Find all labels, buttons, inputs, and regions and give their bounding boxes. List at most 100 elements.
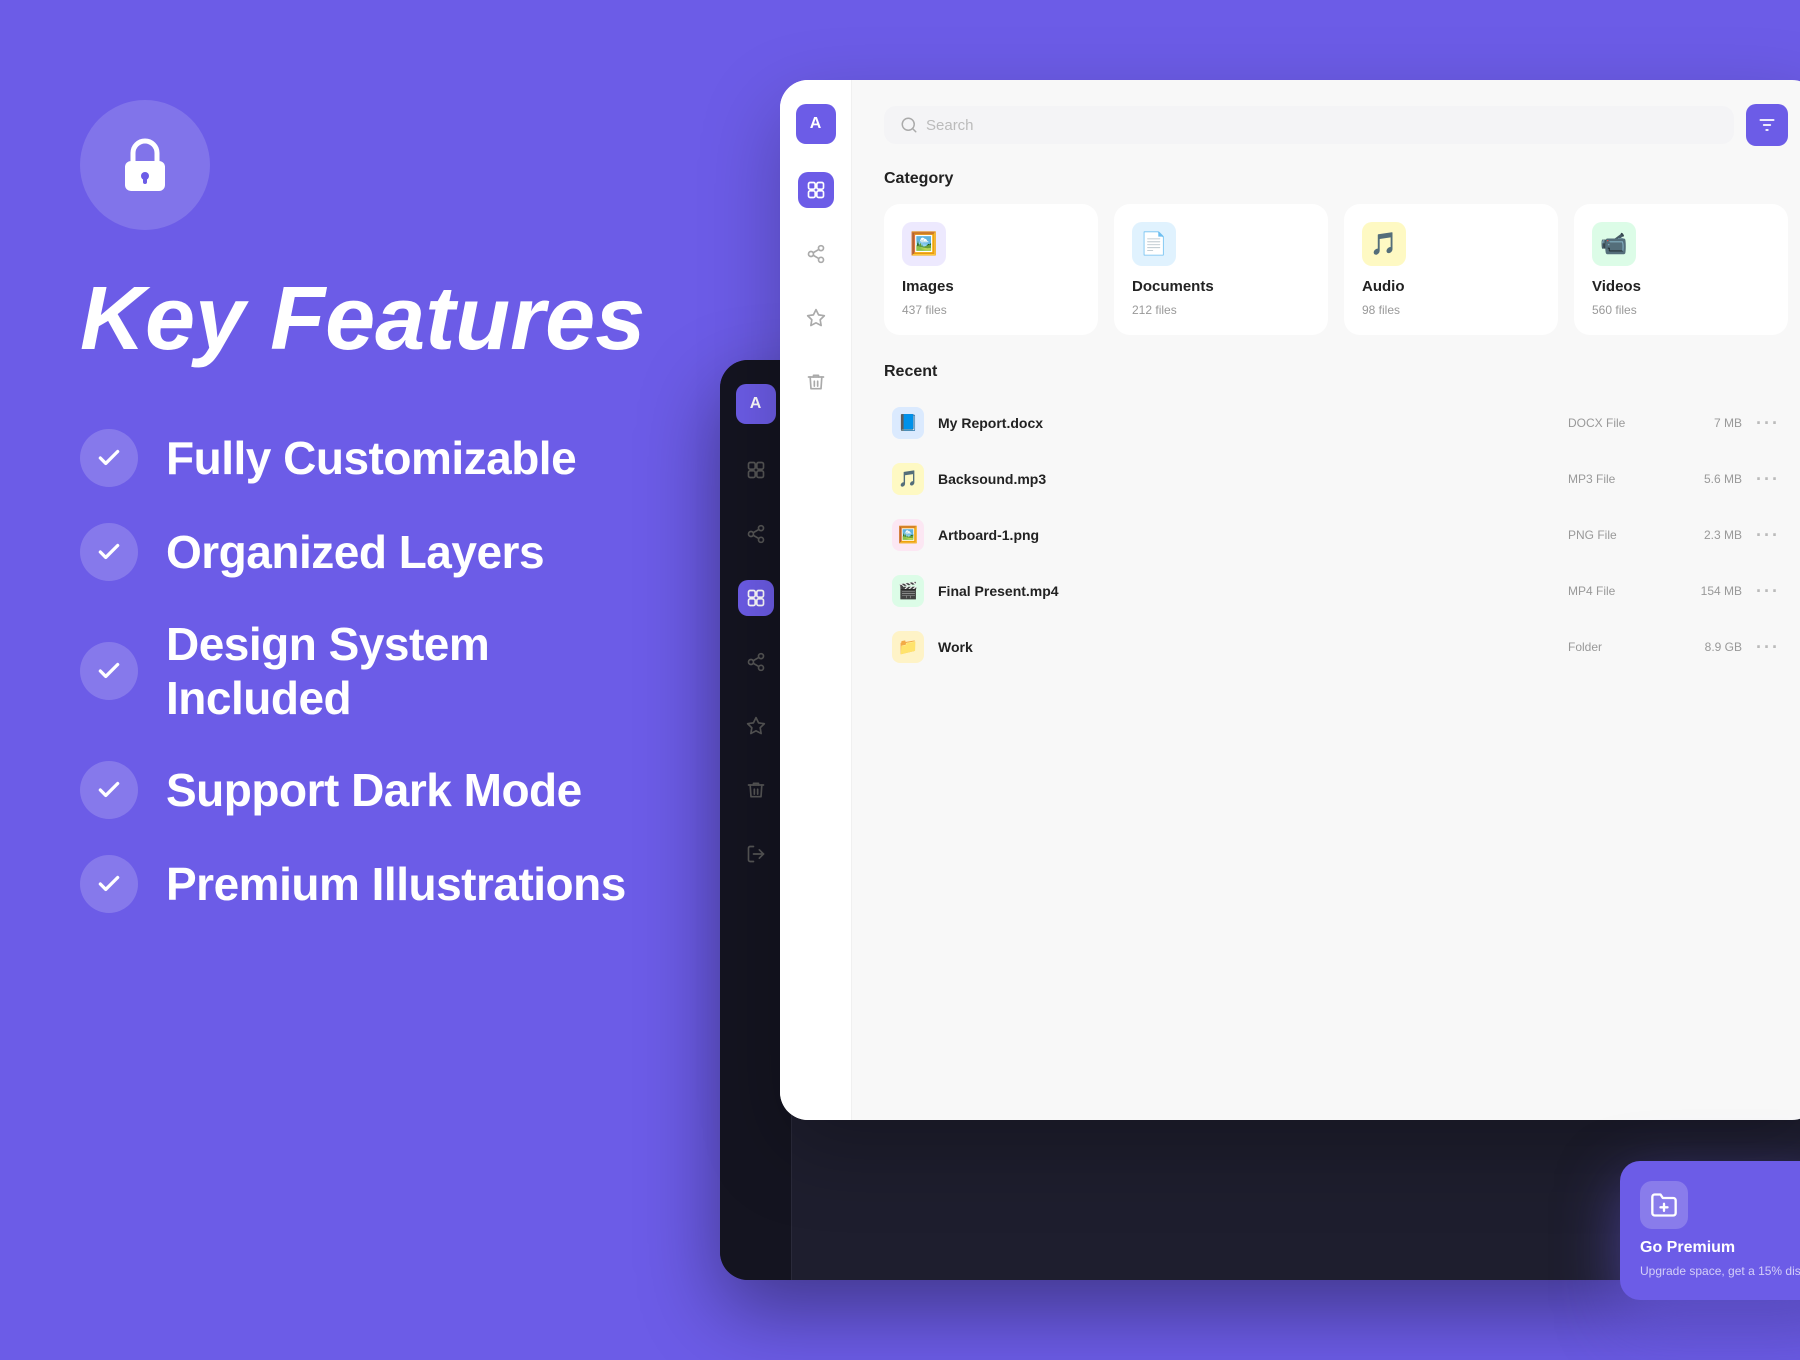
search-input-wrap[interactable]: Search [884, 106, 1734, 144]
category-title: Category [884, 170, 1788, 188]
filter-icon [1757, 115, 1777, 135]
category-card[interactable]: 📄 Documents 212 files [1114, 204, 1328, 335]
check-icon [96, 777, 122, 803]
filter-button[interactable] [1746, 104, 1788, 146]
sidebar-trash-icon[interactable] [798, 364, 834, 400]
category-card[interactable]: 🖼️ Images 437 files [884, 204, 1098, 335]
check-circle [80, 523, 138, 581]
file-name: Artboard-1.png [938, 527, 1554, 543]
file-type: MP4 File [1568, 584, 1658, 598]
category-count: 437 files [902, 303, 1080, 317]
check-icon [96, 445, 122, 471]
folder-plus-icon [1650, 1191, 1678, 1219]
recent-title: Recent [884, 363, 1788, 381]
file-row[interactable]: 🎵 Backsound.mp3 MP3 File 5.6 MB ··· [884, 453, 1788, 505]
category-name: Audio [1362, 278, 1540, 295]
check-circle [80, 429, 138, 487]
search-bar: Search [884, 104, 1788, 146]
file-row[interactable]: 📘 My Report.docx DOCX File 7 MB ··· [884, 397, 1788, 449]
check-circle [80, 855, 138, 913]
dark-sidebar-share-icon[interactable] [738, 516, 774, 552]
category-name: Videos [1592, 278, 1770, 295]
category-icon: 📹 [1592, 222, 1636, 266]
recent-list: 📘 My Report.docx DOCX File 7 MB ··· 🎵 Ba… [884, 397, 1788, 673]
feature-item: Premium Illustrations [80, 855, 670, 913]
dark-sidebar-trash-icon[interactable] [738, 772, 774, 808]
category-card[interactable]: 📹 Videos 560 files [1574, 204, 1788, 335]
category-name: Images [902, 278, 1080, 295]
file-menu-icon[interactable]: ··· [1756, 525, 1780, 546]
check-circle [80, 642, 138, 700]
dark-sidebar-star-icon[interactable] [738, 708, 774, 744]
file-type: PNG File [1568, 528, 1658, 542]
dark-sidebar-share2-icon[interactable] [738, 644, 774, 680]
premium-desc: Upgrade space, get a 15% disc... [1640, 1263, 1800, 1280]
dark-sidebar-logout-icon[interactable] [738, 836, 774, 872]
sidebar-avatar: A [796, 104, 836, 144]
sidebar-share-icon[interactable] [798, 236, 834, 272]
search-icon [900, 116, 918, 134]
lock-icon-circle [80, 100, 210, 230]
file-type: DOCX File [1568, 416, 1658, 430]
file-size: 154 MB [1672, 584, 1742, 598]
feature-item: Design System Included [80, 617, 670, 725]
file-type: MP3 File [1568, 472, 1658, 486]
file-menu-icon[interactable]: ··· [1756, 413, 1780, 434]
sidebar-light: A [780, 80, 852, 1120]
premium-icon [1640, 1181, 1688, 1229]
file-size: 7 MB [1672, 416, 1742, 430]
sidebar-star-icon[interactable] [798, 300, 834, 336]
premium-card[interactable]: Go Premium Upgrade space, get a 15% disc… [1620, 1161, 1800, 1300]
search-placeholder: Search [926, 117, 974, 134]
page-title: Key Features [80, 270, 670, 369]
check-circle [80, 761, 138, 819]
feature-item: Organized Layers [80, 523, 670, 581]
file-size: 5.6 MB [1672, 472, 1742, 486]
file-type: Folder [1568, 640, 1658, 654]
feature-label: Fully Customizable [166, 431, 576, 485]
file-name: Final Present.mp4 [938, 583, 1554, 599]
category-name: Documents [1132, 278, 1310, 295]
feature-label: Premium Illustrations [166, 857, 626, 911]
file-size: 8.9 GB [1672, 640, 1742, 654]
category-icon: 📄 [1132, 222, 1176, 266]
check-icon [96, 871, 122, 897]
main-content-light: Search Category 🖼️ Images 437 files [852, 80, 1800, 1120]
file-name: Backsound.mp3 [938, 471, 1554, 487]
dark-sidebar-home-icon[interactable] [738, 452, 774, 488]
category-card[interactable]: 🎵 Audio 98 files [1344, 204, 1558, 335]
right-panel: A [700, 0, 1800, 1360]
file-icon: 📘 [892, 407, 924, 439]
category-icon: 🎵 [1362, 222, 1406, 266]
file-row[interactable]: 🖼️ Artboard-1.png PNG File 2.3 MB ··· [884, 509, 1788, 561]
left-panel: Key Features Fully Customizable Organize… [0, 0, 750, 1360]
feature-label: Support Dark Mode [166, 763, 582, 817]
dark-sidebar-grid-icon[interactable] [738, 580, 774, 616]
category-grid: 🖼️ Images 437 files 📄 Documents 212 file… [884, 204, 1788, 335]
premium-title: Go Premium [1640, 1239, 1800, 1257]
file-size: 2.3 MB [1672, 528, 1742, 542]
category-count: 560 files [1592, 303, 1770, 317]
sidebar-grid-icon[interactable] [798, 172, 834, 208]
feature-list: Fully Customizable Organized Layers Desi… [80, 429, 670, 913]
file-menu-icon[interactable]: ··· [1756, 581, 1780, 602]
file-menu-icon[interactable]: ··· [1756, 637, 1780, 658]
dark-sidebar-avatar: A [736, 384, 776, 424]
category-count: 212 files [1132, 303, 1310, 317]
file-menu-icon[interactable]: ··· [1756, 469, 1780, 490]
feature-item: Fully Customizable [80, 429, 670, 487]
category-count: 98 files [1362, 303, 1540, 317]
file-row[interactable]: 📁 Work Folder 8.9 GB ··· [884, 621, 1788, 673]
category-icon: 🖼️ [902, 222, 946, 266]
file-icon: 🖼️ [892, 519, 924, 551]
file-icon: 🎬 [892, 575, 924, 607]
file-icon: 📁 [892, 631, 924, 663]
file-name: My Report.docx [938, 415, 1554, 431]
feature-label: Design System Included [166, 617, 670, 725]
file-name: Work [938, 639, 1554, 655]
check-icon [96, 539, 122, 565]
feature-label: Organized Layers [166, 525, 544, 579]
file-row[interactable]: 🎬 Final Present.mp4 MP4 File 154 MB ··· [884, 565, 1788, 617]
lock-icon [113, 133, 177, 197]
file-icon: 🎵 [892, 463, 924, 495]
